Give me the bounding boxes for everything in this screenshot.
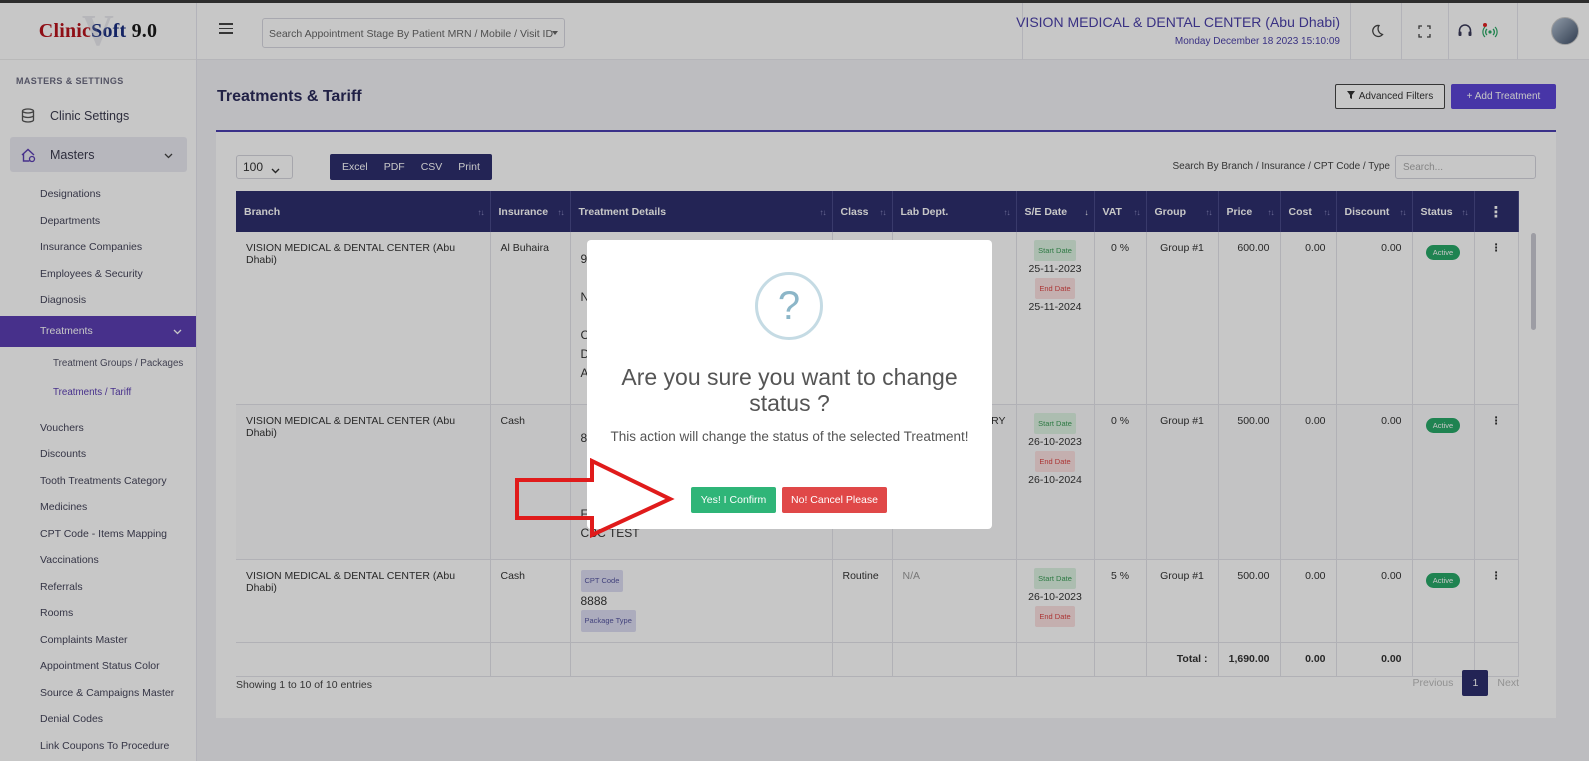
confirm-button[interactable]: Yes! I Confirm	[691, 487, 776, 513]
dialog-title: Are you sure you want to change status ?	[621, 364, 958, 416]
annotation-arrow-icon	[515, 458, 675, 538]
cancel-button[interactable]: No! Cancel Please	[782, 487, 887, 513]
question-icon: ?	[755, 272, 823, 340]
dialog-message: This action will change the status of th…	[610, 429, 969, 444]
